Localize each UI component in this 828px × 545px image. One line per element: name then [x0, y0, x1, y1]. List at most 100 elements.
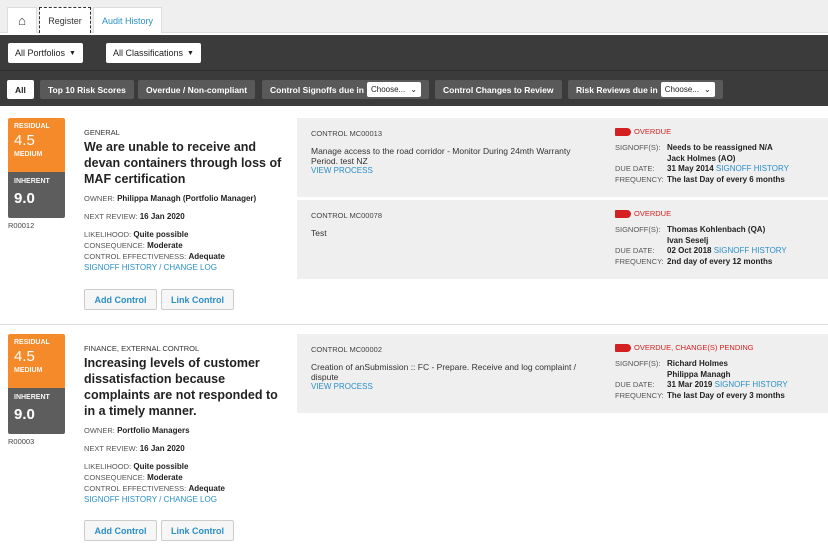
next-review-value: 16 Jan 2020	[139, 444, 185, 453]
residual-value: 4.5	[14, 348, 35, 365]
next-review-label: NEXT REVIEW:	[84, 444, 138, 453]
link-control-button[interactable]: Link Control	[161, 520, 234, 541]
add-control-button[interactable]: Add Control	[84, 520, 157, 541]
filter-control-changes[interactable]: Control Changes to Review	[435, 80, 562, 99]
chevron-down-icon: ⌄	[410, 85, 417, 94]
frequency-value: The last Day of every 3 months	[667, 390, 785, 400]
next-review-value: 16 Jan 2020	[139, 212, 185, 221]
effectiveness-value: Adequate	[188, 484, 225, 493]
home-icon: ⌂	[18, 13, 26, 28]
change-log-link[interactable]: CHANGE LOG	[164, 263, 217, 272]
frequency-label: FREQUENCY:	[615, 256, 664, 266]
signoffs-label: SIGNOFF(S):	[615, 359, 661, 368]
risk-actions: Add Control Link Control	[84, 520, 234, 541]
risk-title[interactable]: Increasing levels of customer dissatisfa…	[84, 355, 284, 419]
control-status: OVERDUE	[634, 209, 672, 218]
likelihood-label: LIKELIHOOD:	[84, 230, 132, 239]
likelihood-label: LIKELIHOOD:	[84, 462, 132, 471]
residual-level: MEDIUM	[14, 367, 43, 374]
control-status: OVERDUE, CHANGE(S) PENDING	[634, 343, 754, 352]
tab-audit-history[interactable]: Audit History	[93, 7, 162, 33]
signoff-person: Philippa Managh	[667, 369, 731, 379]
view-process-link[interactable]: VIEW PROCESS	[311, 382, 591, 392]
due-date-label: DUE DATE:	[615, 246, 655, 255]
divider	[0, 70, 828, 71]
filter-overdue[interactable]: Overdue / Non-compliant	[138, 80, 256, 99]
classifications-label: All Classifications	[113, 48, 184, 58]
due-date-label: DUE DATE:	[615, 164, 655, 173]
likelihood-value: Quite possible	[133, 462, 189, 471]
signoff-history-link[interactable]: SIGNOFF HISTORY	[714, 246, 787, 255]
control-id[interactable]: CONTROL MC00002	[311, 345, 382, 354]
tab-home[interactable]: ⌂	[7, 7, 37, 33]
signoff-person: Needs to be reassigned N/A	[667, 143, 773, 152]
control-id[interactable]: CONTROL MC00013	[311, 129, 382, 138]
signoff-history-link[interactable]: SIGNOFF HISTORY	[716, 164, 789, 173]
reviews-select[interactable]: Choose... ⌄	[660, 82, 715, 97]
residual-value: 4.5	[14, 132, 35, 149]
signoffs-label: SIGNOFF(S):	[615, 225, 661, 234]
likelihood-value: Quite possible	[133, 230, 189, 239]
risk-score: RESIDUAL 4.5 MEDIUM INHERENT 9.0	[8, 118, 65, 218]
residual-score: RESIDUAL 4.5 MEDIUM	[8, 118, 65, 172]
risk-category: FINANCE, EXTERNAL CONTROL	[84, 344, 200, 353]
classifications-dropdown[interactable]: All Classifications ▼	[106, 43, 201, 63]
tab-register[interactable]: Register	[39, 7, 91, 33]
frequency-value: 2nd day of every 12 months	[667, 256, 773, 266]
risk-info: GENERAL We are unable to receive and dev…	[84, 128, 284, 273]
signoff-person: Richard Holmes	[667, 359, 728, 368]
due-date-value: 31 Mar 2019	[667, 380, 713, 389]
view-process-link[interactable]: VIEW PROCESS	[311, 166, 591, 176]
signoff-person: Jack Holmes (AO)	[667, 153, 736, 163]
inherent-value: 9.0	[14, 406, 35, 423]
add-control-button[interactable]: Add Control	[84, 289, 157, 310]
inherent-score: INHERENT 9.0	[8, 172, 65, 218]
next-review-label: NEXT REVIEW:	[84, 212, 138, 221]
link-control-button[interactable]: Link Control	[161, 289, 234, 310]
due-date-label: DUE DATE:	[615, 380, 655, 389]
consequence-label: CONSEQUENCE:	[84, 241, 145, 250]
inherent-label: INHERENT	[14, 178, 50, 185]
effectiveness-label: CONTROL EFFECTIVENESS:	[84, 484, 187, 493]
control-status: OVERDUE	[634, 127, 672, 136]
select-value: Choose...	[370, 85, 406, 94]
control-description: Creation of anSubmission :: FC - Prepare…	[311, 362, 577, 382]
control-id[interactable]: CONTROL MC00078	[311, 211, 382, 220]
frequency-label: FREQUENCY:	[615, 174, 664, 184]
control-description: Test	[311, 228, 327, 238]
signoff-history-link[interactable]: SIGNOFF HISTORY	[84, 263, 157, 272]
control-card: CONTROL MC00078 Test OVERDUE SIGNOFF(S):…	[297, 200, 828, 279]
consequence-label: CONSEQUENCE:	[84, 473, 145, 482]
tab-bar: ⌂ Register Audit History	[0, 0, 828, 33]
inherent-score: INHERENT 9.0	[8, 388, 65, 434]
signoff-history-link[interactable]: SIGNOFF HISTORY	[84, 495, 157, 504]
owner-label: OWNER:	[84, 426, 115, 435]
signoffs-label: SIGNOFF(S):	[615, 143, 661, 152]
consequence-value: Moderate	[147, 241, 183, 250]
select-value: Choose...	[664, 85, 699, 94]
control-description: Manage access to the road corridor - Mon…	[311, 146, 571, 166]
frequency-value: The last Day of every 6 months	[667, 174, 785, 184]
link-separator: /	[156, 495, 164, 504]
residual-label: RESIDUAL	[14, 339, 50, 346]
risk-category: GENERAL	[84, 128, 120, 137]
flag-icon	[615, 209, 631, 218]
signoffs-select[interactable]: Choose... ⌄	[366, 82, 421, 97]
link-separator: /	[156, 263, 164, 272]
flag-icon	[615, 343, 631, 352]
frequency-label: FREQUENCY:	[615, 390, 664, 400]
chevron-down-icon: ⌄	[704, 85, 711, 94]
risk-actions: Add Control Link Control	[84, 289, 234, 310]
filter-risk-reviews[interactable]: Risk Reviews due in Choose... ⌄	[568, 80, 723, 99]
filter-top10[interactable]: Top 10 Risk Scores	[40, 80, 134, 99]
filter-control-signoffs[interactable]: Control Signoffs due in Choose... ⌄	[262, 80, 429, 99]
change-log-link[interactable]: CHANGE LOG	[164, 495, 217, 504]
filter-all[interactable]: All	[7, 80, 34, 99]
risk-score: RESIDUAL 4.5 MEDIUM INHERENT 9.0	[8, 334, 65, 434]
consequence-value: Moderate	[147, 473, 183, 482]
portfolios-dropdown[interactable]: All Portfolios ▼	[8, 43, 83, 63]
risk-title[interactable]: We are unable to receive and devan conta…	[84, 139, 284, 187]
signoff-history-link[interactable]: SIGNOFF HISTORY	[715, 380, 788, 389]
owner-value: Philippa Managh (Portfolio Manager)	[117, 194, 257, 203]
caret-down-icon: ▼	[187, 49, 194, 57]
